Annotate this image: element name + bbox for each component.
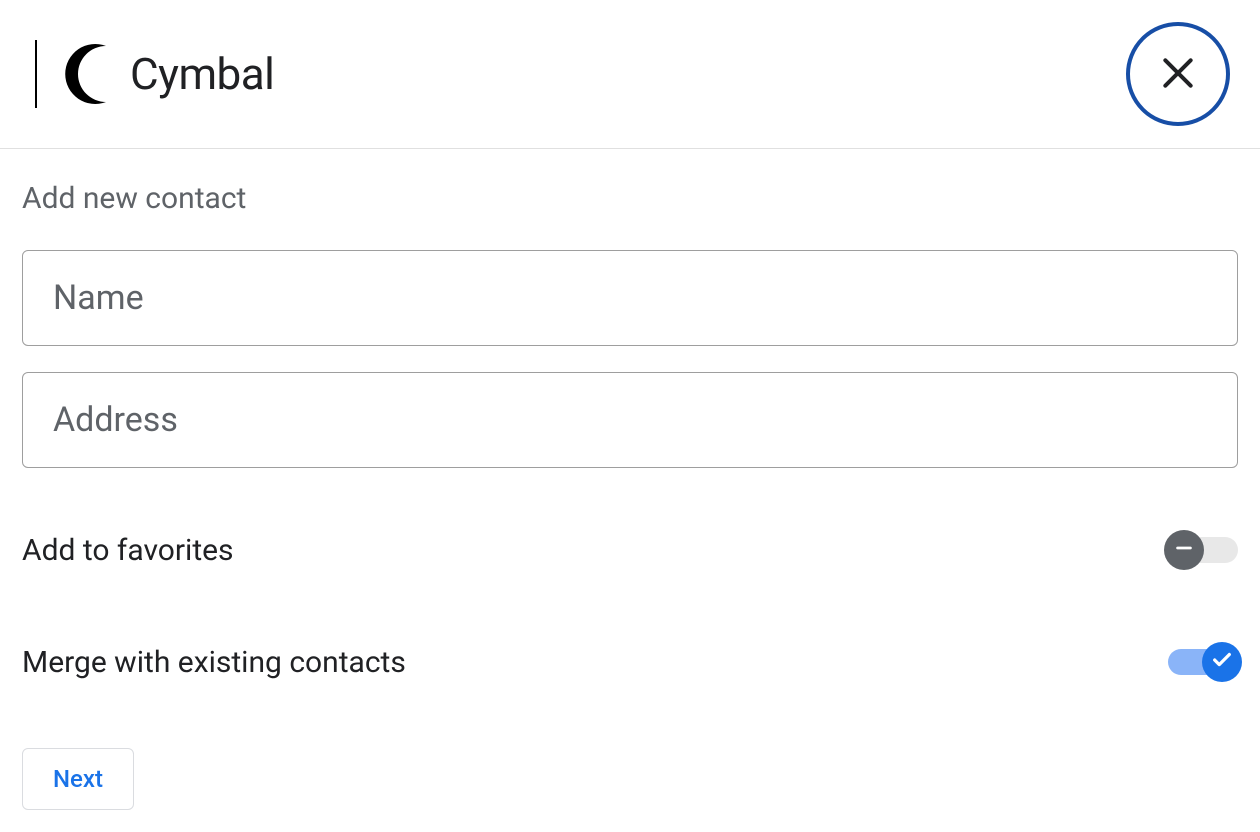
favorites-row: Add to favorites [22,494,1238,606]
next-button[interactable]: Next [22,748,134,810]
name-input[interactable] [22,250,1238,346]
page-title: Add new contact [22,181,1238,216]
close-icon [1159,54,1197,95]
cymbal-logo-icon [32,34,112,114]
header: Cymbal [0,0,1260,149]
merge-row: Merge with existing contacts [22,606,1238,718]
content: Add new contact Add to favorites Merge w… [0,149,1260,832]
merge-toggle[interactable] [1168,642,1238,682]
toggle-thumb [1202,642,1242,682]
close-button[interactable] [1126,22,1230,126]
minus-icon [1173,537,1195,563]
brand-name: Cymbal [130,48,274,100]
merge-label: Merge with existing contacts [22,645,406,680]
favorites-toggle[interactable] [1168,530,1238,570]
check-icon [1211,649,1233,675]
favorites-label: Add to favorites [22,533,234,568]
brand: Cymbal [32,34,274,114]
toggle-thumb [1164,530,1204,570]
address-input[interactable] [22,372,1238,468]
